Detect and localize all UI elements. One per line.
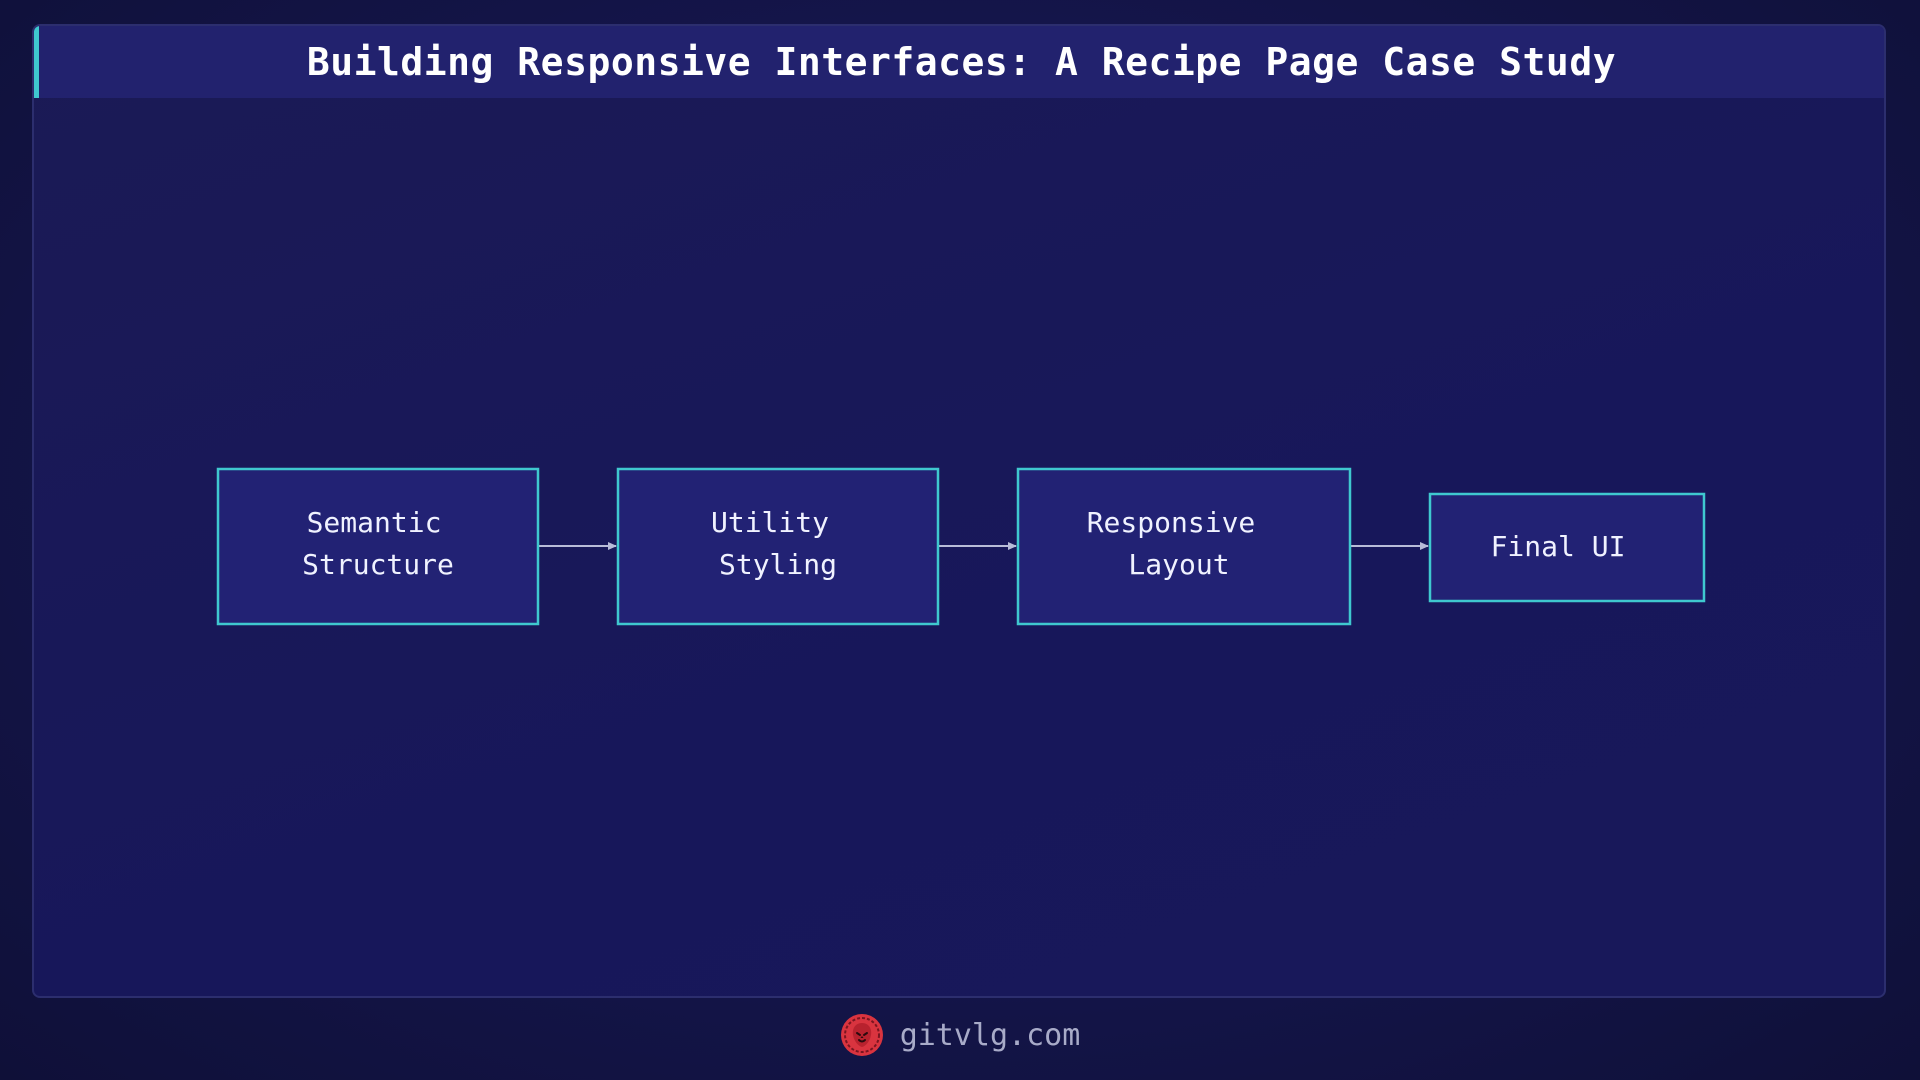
node-label-line: Structure [302,548,454,581]
lion-head-icon [840,1014,883,1056]
node-final-ui: Final UI [1428,492,1706,603]
node-box [1016,467,1352,626]
node-responsive-layout: Responsive Layout [1016,467,1352,626]
node-box [616,467,940,626]
page: Building Responsive Interfaces: A Recipe… [0,0,1920,1080]
node-label-line: Final UI [1491,530,1626,563]
node-label-line: Layout [1128,548,1229,581]
site-url[interactable]: gitvlg.com [900,1018,1081,1053]
node-utility-styling: Utility Styling [616,467,940,626]
node-label-line: Utility [711,506,829,539]
flow-diagram: Semantic Structure Utility Styling Respo… [216,467,1706,626]
node-label-line: Semantic [307,506,442,539]
node-box [216,467,540,626]
node-label-line: Responsive [1087,506,1256,539]
node-semantic-structure: Semantic Structure [216,467,540,626]
node-label-line: Styling [719,548,837,581]
footer: gitvlg.com [0,1010,1920,1060]
slide-panel: Building Responsive Interfaces: A Recipe… [32,24,1886,998]
